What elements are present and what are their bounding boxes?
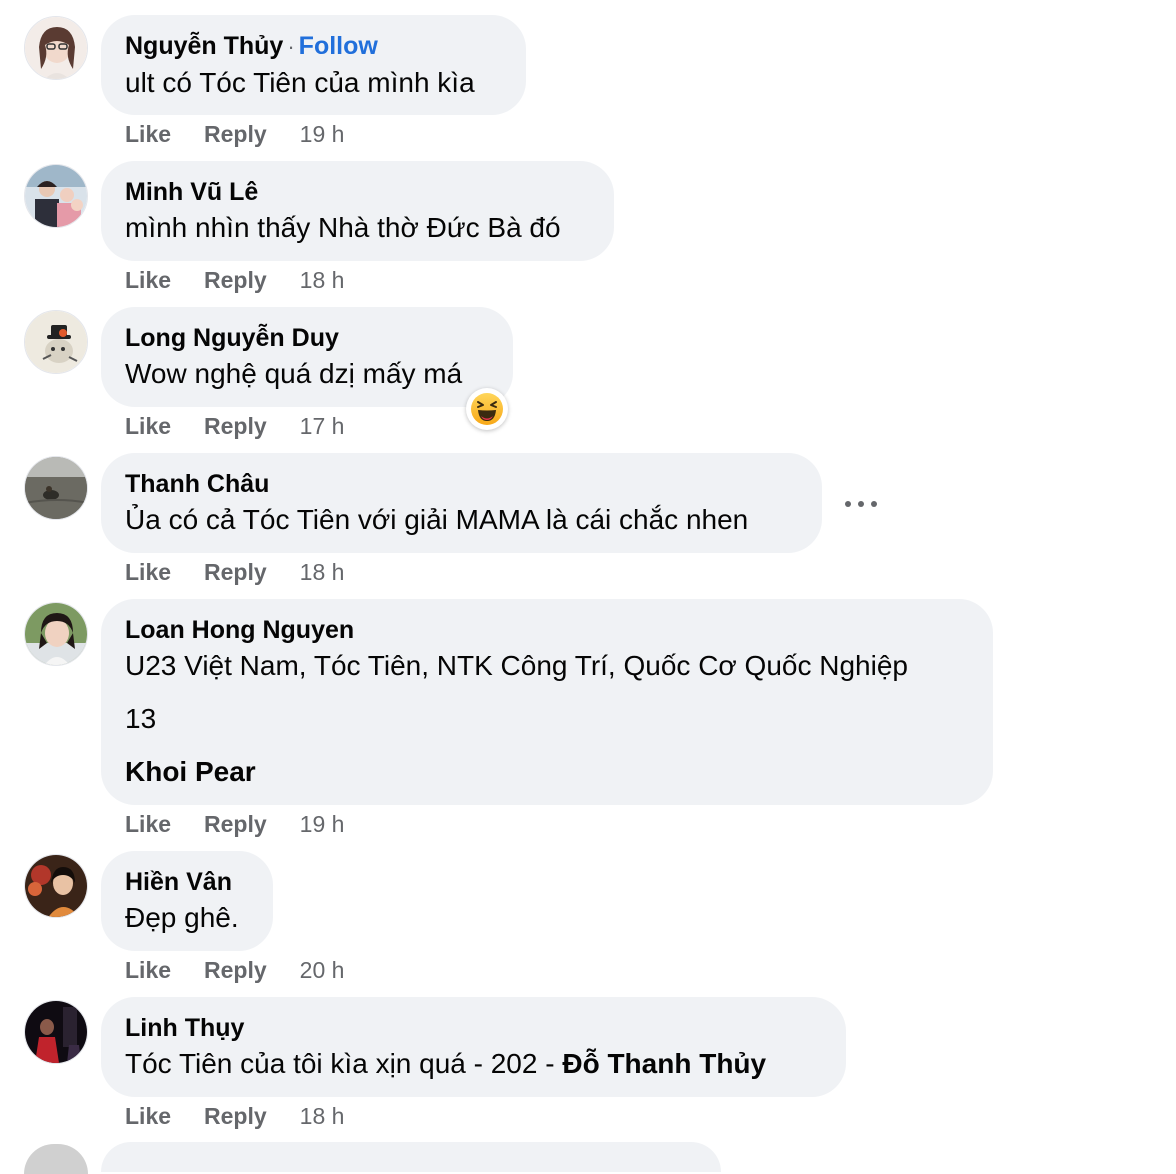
mention-link[interactable]: Khoi Pear bbox=[125, 753, 969, 791]
comment-text: ult có Tóc Tiên của mình kìa bbox=[125, 67, 475, 98]
reply-button[interactable]: Reply bbox=[204, 121, 267, 148]
avatar[interactable] bbox=[24, 16, 88, 80]
separator-dot: · bbox=[287, 34, 295, 59]
avatar[interactable] bbox=[24, 310, 88, 374]
comment-text: U23 Việt Nam, Tóc Tiên, NTK Công Trí, Qu… bbox=[125, 650, 908, 681]
comment-timestamp[interactable]: 20 h bbox=[300, 957, 345, 984]
comment-text-prefix: Tóc Tiên của tôi kìa xịn quá - 202 - bbox=[125, 1048, 563, 1079]
avatar[interactable] bbox=[24, 164, 88, 228]
haha-reaction-icon[interactable] bbox=[466, 388, 508, 430]
avatar[interactable] bbox=[24, 1144, 88, 1174]
comment-bubble: Nguyễn Thủy · Follow ult có Tóc Tiên của m… bbox=[101, 15, 526, 115]
comment-timestamp[interactable]: 17 h bbox=[300, 413, 345, 440]
comment-bubble: Minh Vũ Lê mình nhìn thấy Nhà thờ Đức Bà… bbox=[101, 161, 614, 261]
comment-author[interactable]: Linh Thụy bbox=[125, 1011, 822, 1045]
avatar-photo-icon bbox=[25, 165, 87, 227]
haha-emoji-icon bbox=[471, 393, 503, 425]
like-button[interactable]: Like bbox=[125, 267, 171, 294]
comment-actions: Like Reply 18 h bbox=[125, 556, 344, 588]
follow-button[interactable]: Follow bbox=[299, 32, 378, 60]
avatar-photo-icon bbox=[25, 17, 87, 79]
more-options-icon[interactable] bbox=[845, 494, 877, 514]
like-button[interactable]: Like bbox=[125, 559, 171, 586]
comment-timestamp[interactable]: 18 h bbox=[300, 267, 345, 294]
comment-actions: Like Reply 18 h bbox=[125, 1100, 344, 1132]
like-button[interactable]: Like bbox=[125, 811, 171, 838]
dot-icon bbox=[845, 501, 851, 507]
reply-button[interactable]: Reply bbox=[204, 267, 267, 294]
comment-timestamp[interactable]: 18 h bbox=[300, 1103, 345, 1130]
comment-timestamp[interactable]: 19 h bbox=[300, 121, 345, 148]
comment-text: Tóc Tiên của tôi kìa xịn quá - 202 - Đỗ … bbox=[125, 1045, 822, 1083]
comment-text-line: 13 bbox=[125, 703, 157, 734]
avatar[interactable] bbox=[24, 602, 88, 666]
comment-bubble: Linh Thụy Tóc Tiên của tôi kìa xịn quá -… bbox=[101, 997, 846, 1097]
comment-actions: Like Reply 19 h bbox=[125, 808, 344, 840]
avatar-photo-icon bbox=[25, 1001, 87, 1063]
reply-button[interactable]: Reply bbox=[204, 559, 267, 586]
mention-link[interactable]: Đỗ Thanh Thủy bbox=[562, 1048, 766, 1079]
comment-bubble: Loan Hong Nguyen U23 Việt Nam, Tóc Tiên,… bbox=[101, 599, 993, 805]
comment-bubble bbox=[101, 1142, 721, 1172]
comment-actions: Like Reply 19 h bbox=[125, 118, 344, 150]
comment-bubble: Long Nguyễn Duy Wow nghệ quá dzị mấy má bbox=[101, 307, 513, 407]
dot-icon bbox=[858, 501, 864, 507]
dot-icon bbox=[871, 501, 877, 507]
comment-author[interactable]: Thanh Châu bbox=[125, 467, 798, 501]
comment-bubble: Thanh Châu Ủa có cả Tóc Tiên với giải MA… bbox=[101, 453, 822, 553]
avatar[interactable] bbox=[24, 854, 88, 918]
like-button[interactable]: Like bbox=[125, 957, 171, 984]
comment-text: Wow nghệ quá dzị mấy má bbox=[125, 358, 463, 389]
reply-button[interactable]: Reply bbox=[204, 957, 267, 984]
reply-button[interactable]: Reply bbox=[204, 1103, 267, 1130]
comment-bubble: Hiền Vân Đẹp ghê. bbox=[101, 851, 273, 951]
avatar-photo-icon bbox=[25, 311, 87, 373]
comment-author[interactable]: Nguyễn Thủy bbox=[125, 32, 283, 60]
comment-author[interactable]: Long Nguyễn Duy bbox=[125, 321, 489, 355]
avatar-photo-icon bbox=[25, 855, 87, 917]
like-button[interactable]: Like bbox=[125, 121, 171, 148]
comment-actions: Like Reply 18 h bbox=[125, 264, 344, 296]
reply-button[interactable]: Reply bbox=[204, 413, 267, 440]
comment-timestamp[interactable]: 19 h bbox=[300, 811, 345, 838]
comment-author[interactable]: Loan Hong Nguyen bbox=[125, 613, 969, 647]
next-comment-partial bbox=[0, 1140, 1176, 1174]
avatar[interactable] bbox=[24, 456, 88, 520]
avatar-photo-icon bbox=[25, 457, 87, 519]
comment-author-line: Nguyễn Thủy · Follow bbox=[125, 29, 502, 64]
comment-author[interactable]: Hiền Vân bbox=[125, 865, 249, 899]
comment-actions: Like Reply 17 h bbox=[125, 410, 344, 442]
comment-text: Ủa có cả Tóc Tiên với giải MAMA là cái c… bbox=[125, 504, 749, 535]
avatar[interactable] bbox=[24, 1000, 88, 1064]
comment-actions: Like Reply 20 h bbox=[125, 954, 344, 986]
reply-button[interactable]: Reply bbox=[204, 811, 267, 838]
avatar-photo-icon bbox=[25, 603, 87, 665]
comment-text: mình nhìn thấy Nhà thờ Đức Bà đó bbox=[125, 212, 561, 243]
comment-timestamp[interactable]: 18 h bbox=[300, 559, 345, 586]
like-button[interactable]: Like bbox=[125, 1103, 171, 1130]
like-button[interactable]: Like bbox=[125, 413, 171, 440]
comment-author[interactable]: Minh Vũ Lê bbox=[125, 175, 590, 209]
comment-text: Đẹp ghê. bbox=[125, 902, 239, 933]
